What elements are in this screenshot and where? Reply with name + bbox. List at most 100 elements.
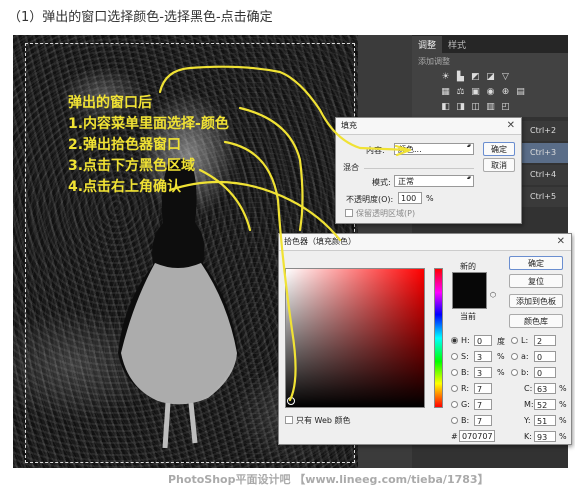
- lookup-icon[interactable]: ▤: [515, 87, 526, 98]
- color-picker-cursor[interactable]: [287, 397, 295, 405]
- l-label: L:: [521, 336, 529, 345]
- invert-icon[interactable]: ◧: [440, 102, 451, 113]
- threshold-icon[interactable]: ◫: [470, 102, 481, 113]
- channel-row[interactable]: Ctrl+4: [520, 165, 568, 185]
- bw-icon[interactable]: ▣: [470, 87, 481, 98]
- mode-select[interactable]: 正常: [394, 175, 474, 187]
- hex-label: #: [451, 432, 458, 441]
- blue-input[interactable]: 7: [474, 415, 492, 426]
- radio-a[interactable]: [511, 353, 518, 360]
- m-input[interactable]: 52: [534, 399, 556, 410]
- b-input[interactable]: 3: [474, 367, 492, 378]
- panel-tabs: 调整 样式: [412, 35, 568, 53]
- selective-color-icon[interactable]: ◰: [500, 102, 511, 113]
- lab-b-label: b:: [521, 368, 529, 377]
- current-color-label: 当前: [460, 312, 476, 321]
- new-color-label: 新的: [460, 262, 476, 271]
- content-label: 内容:: [366, 146, 385, 155]
- y-unit: %: [559, 416, 567, 425]
- k-input[interactable]: 93: [534, 431, 556, 442]
- channel-row[interactable]: Ctrl+2: [520, 121, 568, 141]
- h-input[interactable]: 0: [474, 335, 492, 346]
- tab-styles[interactable]: 样式: [442, 36, 472, 53]
- levels-icon[interactable]: ▙: [455, 72, 466, 83]
- m-label: M:: [524, 400, 534, 409]
- blend-label: 混合: [343, 163, 359, 172]
- lab-b-input[interactable]: 0: [534, 367, 556, 378]
- exposure-icon[interactable]: ◪: [485, 72, 496, 83]
- k-unit: %: [559, 432, 567, 441]
- mode-label: 模式:: [372, 178, 391, 187]
- preserve-label: 保留透明区域(P): [356, 209, 416, 218]
- g-input[interactable]: 7: [474, 399, 492, 410]
- current-color-swatch[interactable]: [452, 290, 487, 309]
- preserve-checkbox[interactable]: [345, 209, 353, 217]
- radio-l[interactable]: [511, 337, 518, 344]
- m-unit: %: [559, 400, 567, 409]
- caption: （1）弹出的窗口选择颜色-选择黑色-点击确定: [8, 10, 273, 25]
- blue-label: B:: [461, 416, 470, 425]
- gradient-map-icon[interactable]: ▥: [485, 102, 496, 113]
- mixer-icon[interactable]: ⊕: [500, 87, 511, 98]
- radio-h[interactable]: [451, 337, 458, 344]
- picker-ok-button[interactable]: 确定: [509, 256, 563, 270]
- color-picker-dialog: 拾色器（填充颜色） ✕ 新的 当前 ⬡ 确定 复位 添加到色板 颜色库 H: 0…: [278, 233, 572, 445]
- tab-adjust[interactable]: 调整: [412, 36, 443, 53]
- r-input[interactable]: 7: [474, 383, 492, 394]
- color-picker-title: 拾色器（填充颜色） ✕: [279, 234, 571, 251]
- radio-blue[interactable]: [451, 417, 458, 424]
- cancel-button[interactable]: 取消: [483, 158, 515, 172]
- watermark: PhotoShop平面设计吧 【www.lineeg.com/tieba/178…: [168, 473, 489, 486]
- opacity-input[interactable]: 100: [398, 192, 422, 204]
- s-label: S:: [461, 352, 469, 361]
- reset-button[interactable]: 复位: [509, 274, 563, 288]
- ok-button[interactable]: 确定: [483, 142, 515, 156]
- radio-r[interactable]: [451, 385, 458, 392]
- c-unit: %: [559, 384, 567, 393]
- fill-dialog-title: 填充 ✕: [336, 118, 521, 135]
- web-only-checkbox[interactable]: [285, 416, 293, 424]
- radio-g[interactable]: [451, 401, 458, 408]
- hue-icon[interactable]: ▦: [440, 87, 451, 98]
- c-input[interactable]: 63: [534, 383, 556, 394]
- posterize-icon[interactable]: ◨: [455, 102, 466, 113]
- hex-input[interactable]: 070707: [459, 430, 495, 442]
- l-input[interactable]: 2: [534, 335, 556, 346]
- radio-lab-b[interactable]: [511, 369, 518, 376]
- vibrance-icon[interactable]: ▽: [500, 72, 511, 83]
- s-input[interactable]: 3: [474, 351, 492, 362]
- r-label: R:: [461, 384, 470, 393]
- fill-dialog: 填充 ✕ 内容: 颜色... 确定 取消 混合 模式: 正常 不透明度(O): …: [335, 117, 522, 224]
- y-label: Y:: [524, 416, 531, 425]
- color-libraries-button[interactable]: 颜色库: [509, 314, 563, 328]
- instruction-text: 弹出的窗口后 1.内容菜单里面选择-颜色 2.弹出拾色器窗口 3.点击下方黑色区…: [68, 93, 229, 198]
- y-input[interactable]: 51: [534, 415, 556, 426]
- content-select[interactable]: 颜色...: [394, 143, 474, 155]
- brightness-icon[interactable]: ☀: [440, 72, 451, 83]
- curves-icon[interactable]: ◩: [470, 72, 481, 83]
- s-unit: %: [497, 352, 505, 361]
- radio-s[interactable]: [451, 353, 458, 360]
- b-label: B:: [461, 368, 470, 377]
- radio-b[interactable]: [451, 369, 458, 376]
- a-input[interactable]: 0: [534, 351, 556, 362]
- g-label: G:: [461, 400, 470, 409]
- web-only-label: 只有 Web 颜色: [296, 416, 351, 425]
- cube-icon[interactable]: ⬡: [490, 291, 496, 299]
- channel-row[interactable]: Ctrl+5: [520, 187, 568, 207]
- hue-slider[interactable]: [434, 268, 443, 408]
- photo-filter-icon[interactable]: ◉: [485, 87, 496, 98]
- k-label: K:: [524, 432, 532, 441]
- close-icon[interactable]: ✕: [557, 234, 565, 250]
- b-unit: %: [497, 368, 505, 377]
- instruction-line: 2.弹出拾色器窗口: [68, 137, 182, 153]
- close-icon[interactable]: ✕: [507, 118, 515, 134]
- instruction-line: 弹出的窗口后: [68, 95, 152, 111]
- h-unit: 度: [497, 337, 505, 346]
- channel-row[interactable]: Ctrl+3: [520, 143, 568, 163]
- a-label: a:: [521, 352, 529, 361]
- color-field[interactable]: [285, 268, 425, 408]
- adjustments-title: 添加调整: [418, 57, 450, 66]
- balance-icon[interactable]: ⚖: [455, 87, 466, 98]
- add-to-swatches-button[interactable]: 添加到色板: [509, 294, 563, 308]
